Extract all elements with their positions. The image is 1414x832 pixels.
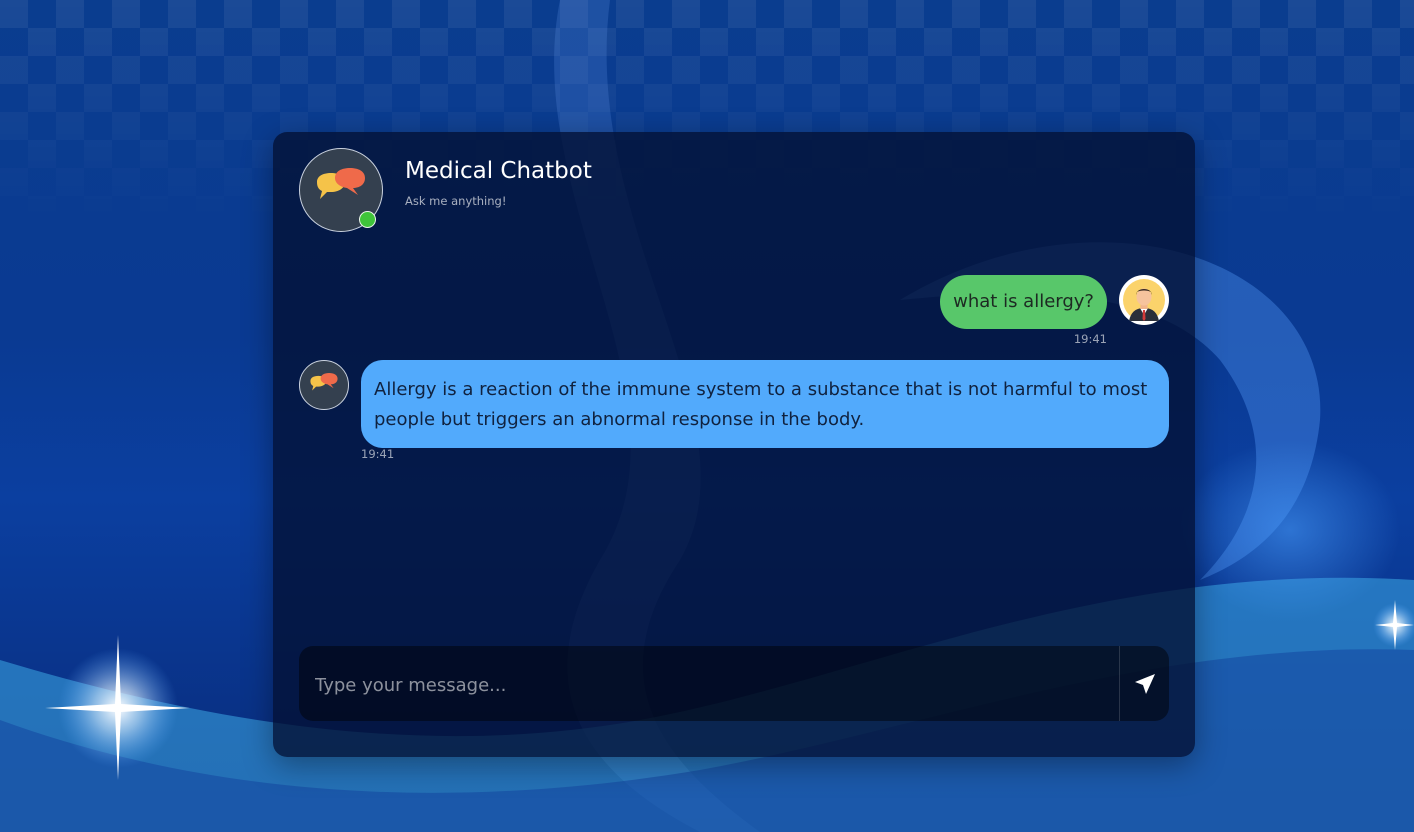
speech-bubbles-icon bbox=[317, 168, 365, 199]
bot-tagline: Ask me anything! bbox=[405, 194, 507, 208]
bot-message-bubble: Allergy is a reaction of the immune syst… bbox=[361, 360, 1169, 448]
message-input[interactable] bbox=[313, 664, 1107, 706]
bot-message-time: 19:41 bbox=[361, 447, 395, 461]
chat-header: Medical Chatbot Ask me anything! bbox=[299, 148, 1169, 236]
speech-bubbles-icon bbox=[310, 373, 338, 391]
chat-window: Medical Chatbot Ask me anything! what is… bbox=[273, 132, 1195, 757]
user-avatar-icon bbox=[1119, 275, 1169, 325]
send-icon bbox=[1135, 674, 1155, 694]
bot-name: Medical Chatbot bbox=[405, 158, 592, 184]
send-button[interactable] bbox=[1120, 646, 1169, 721]
user-message-time: 19:41 bbox=[1073, 332, 1107, 346]
online-dot-icon bbox=[359, 211, 376, 228]
bot-message-avatar bbox=[299, 360, 349, 410]
message-composer bbox=[299, 646, 1169, 721]
user-message-bubble: what is allergy? bbox=[940, 275, 1107, 329]
bot-avatar bbox=[299, 148, 383, 232]
